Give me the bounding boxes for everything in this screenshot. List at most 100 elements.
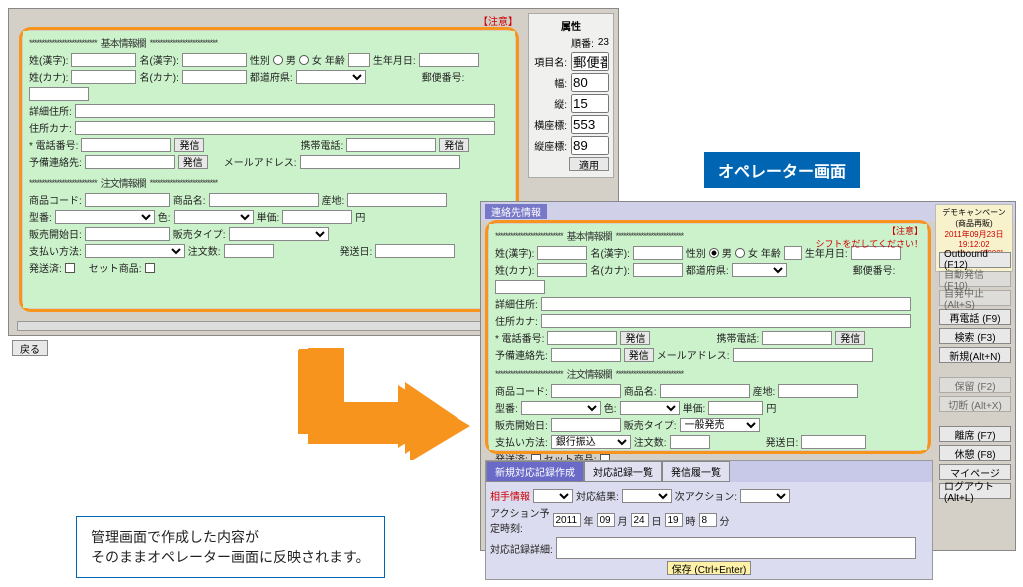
dial-keitai[interactable]: 発信 <box>439 138 469 152</box>
op-keitai[interactable] <box>762 331 832 345</box>
addr-kana[interactable] <box>75 121 495 135</box>
dial-tel[interactable]: 発信 <box>174 138 204 152</box>
op-dial-keitai[interactable]: 発信 <box>835 331 865 345</box>
op-hkaishi[interactable] <box>551 418 621 432</box>
next-action[interactable] <box>740 489 790 503</box>
birth[interactable] <box>419 53 479 67</box>
shouhin-mei[interactable] <box>209 193 319 207</box>
addr-detail[interactable] <box>75 104 495 118</box>
chuumonsuu[interactable] <box>224 244 274 258</box>
taiou-shosai[interactable] <box>556 537 916 559</box>
op-yobi[interactable] <box>551 348 621 362</box>
op-hassoubi[interactable] <box>801 435 866 449</box>
admin-form: 基本情報欄 姓(漢字): 名(漢字): 性別 男 女 年齢 生年月日: 姓(カナ… <box>23 31 515 308</box>
prop-tateza[interactable] <box>571 136 609 155</box>
op-shiharai[interactable]: 銀行振込 <box>551 435 631 449</box>
op-yuubin[interactable] <box>495 280 545 294</box>
op-todofuken[interactable] <box>732 263 787 277</box>
caption-box: 管理画面で作成した内容が そのままオペレーター画面に反映されます。 <box>76 516 385 578</box>
apply-button[interactable]: 適用 <box>569 157 609 171</box>
back-button[interactable]: 戻る <box>12 340 48 356</box>
nenrei[interactable] <box>348 53 370 67</box>
btn-autostop[interactable]: 自発中止(Alt+S) <box>939 290 1011 306</box>
lbl-mei-kanji: 名(漢字): <box>139 52 178 67</box>
op-sei-kanji[interactable] <box>537 246 587 260</box>
section-order: 注文情報欄 <box>97 175 150 190</box>
op-radio-m[interactable] <box>709 248 719 258</box>
op-iro[interactable] <box>620 401 680 415</box>
section-basic: 基本情報欄 <box>97 35 150 50</box>
iro[interactable] <box>174 210 254 224</box>
y[interactable] <box>553 513 581 527</box>
op-htype[interactable]: 一般発売 <box>680 418 760 432</box>
aite[interactable] <box>533 489 573 503</box>
katagou[interactable] <box>55 210 155 224</box>
op-radio-f[interactable] <box>735 248 745 258</box>
side-date: 2011年09月23日 19:12:02 <box>938 229 1010 249</box>
op-dial-tel[interactable]: 発信 <box>620 331 650 345</box>
op-katagou[interactable] <box>521 401 601 415</box>
radio-male[interactable] <box>273 55 283 65</box>
op-tel[interactable] <box>547 331 617 345</box>
op-addr-kana[interactable] <box>541 314 911 328</box>
sei-kanji[interactable] <box>71 53 136 67</box>
hanbai-kaishi[interactable] <box>85 227 170 241</box>
hanbai-type[interactable] <box>229 227 329 241</box>
sei-kana[interactable] <box>71 70 136 84</box>
keitai[interactable] <box>346 138 436 152</box>
chk-hassouzumi[interactable] <box>65 263 75 273</box>
sanchi[interactable] <box>347 193 447 207</box>
mm[interactable] <box>699 513 717 527</box>
op-mei-kanji[interactable] <box>633 246 683 260</box>
m[interactable] <box>597 513 615 527</box>
op-sei-kana[interactable] <box>537 263 587 277</box>
tanka[interactable] <box>282 210 352 224</box>
prop-koumoku[interactable] <box>571 52 609 71</box>
mail[interactable] <box>300 155 460 169</box>
op-tanka[interactable] <box>708 401 763 415</box>
prop-haba[interactable] <box>571 73 609 92</box>
prop-tate[interactable] <box>571 94 609 113</box>
btn-redial[interactable]: 再電話 (F9) <box>939 309 1011 325</box>
yuubin[interactable] <box>29 87 89 101</box>
save-button[interactable]: 保存 (Ctrl+Enter) <box>667 561 752 575</box>
mei-kanji[interactable] <box>182 53 247 67</box>
op-addr[interactable] <box>541 297 911 311</box>
op-nenrei[interactable] <box>784 246 802 260</box>
btn-hold[interactable]: 保留 (F2) <box>939 377 1011 393</box>
op-mail[interactable] <box>733 348 873 362</box>
tab-contact[interactable]: 連絡先情報 <box>485 204 547 219</box>
dial-yobi[interactable]: 発信 <box>178 155 208 169</box>
btn-logout[interactable]: ログアウト(Alt+L) <box>939 483 1011 499</box>
btn-search[interactable]: 検索 (F3) <box>939 328 1011 344</box>
todofuken[interactable] <box>296 70 366 84</box>
operator-window: 連絡先情報 更新登録 【注意】シフトをだしてください！ 基本情報欄 姓(漢字):… <box>480 201 1016 551</box>
op-dial-yobi[interactable]: 発信 <box>624 348 654 362</box>
radio-female[interactable] <box>299 55 309 65</box>
op-scode[interactable] <box>551 384 621 398</box>
hh[interactable] <box>665 513 683 527</box>
tel[interactable] <box>81 138 171 152</box>
btn-disc[interactable]: 切断 (Alt+X) <box>939 396 1011 412</box>
prop-yokoza[interactable] <box>571 115 609 134</box>
d[interactable] <box>631 513 649 527</box>
op-mei-kana[interactable] <box>633 263 683 277</box>
mei-kana[interactable] <box>182 70 247 84</box>
shouhin-code[interactable] <box>85 193 170 207</box>
shiharai[interactable] <box>85 244 185 258</box>
taiou-kekka[interactable] <box>622 489 672 503</box>
property-panel: 属性 順番:23 項目名: 幅: 縦: 横座標: 縦座標: 適用 <box>528 13 614 178</box>
btn-away[interactable]: 離席 (F7) <box>939 426 1011 442</box>
btn-new[interactable]: 新規(Alt+N) <box>939 347 1011 363</box>
op-chuumon[interactable] <box>670 435 710 449</box>
hassoubi[interactable] <box>375 244 455 258</box>
tab-record-list[interactable]: 対応記録一覧 <box>584 461 662 482</box>
btn-break[interactable]: 休憩 (F8) <box>939 445 1011 461</box>
chk-setshouhin[interactable] <box>145 263 155 273</box>
op-sname[interactable] <box>660 384 750 398</box>
yobi[interactable] <box>85 155 175 169</box>
op-sanchi[interactable] <box>778 384 858 398</box>
lbl-birth: 生年月日: <box>373 52 416 67</box>
tab-new-record[interactable]: 新規対応記録作成 <box>486 461 584 482</box>
tab-fax-list[interactable]: 発信履一覧 <box>662 461 730 482</box>
